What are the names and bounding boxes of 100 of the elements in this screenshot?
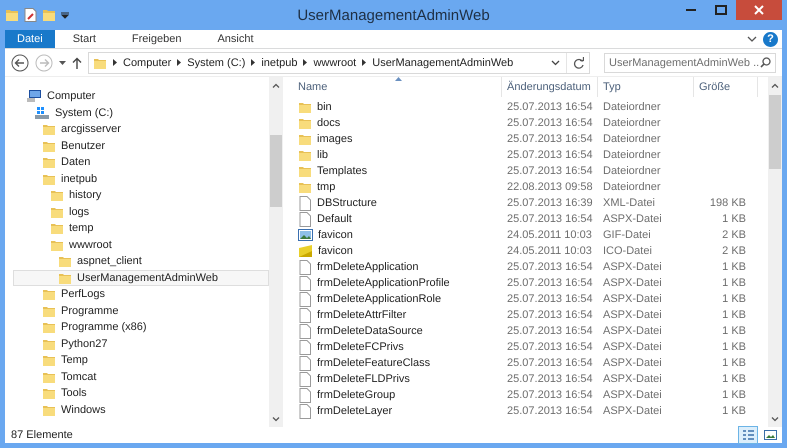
file-name[interactable]: docs bbox=[293, 116, 502, 130]
search-field[interactable]: UserManagementAdminWeb ... bbox=[604, 52, 776, 72]
back-icon[interactable] bbox=[11, 54, 29, 72]
image-file-icon bbox=[298, 244, 313, 258]
ribbon-tab[interactable]: Start bbox=[54, 30, 114, 48]
breadcrumb[interactable]: inetpub bbox=[261, 56, 298, 68]
tree-item[interactable]: Daten bbox=[13, 154, 269, 170]
document-icon[interactable] bbox=[24, 8, 37, 22]
table-cell-text: ICO-Datei bbox=[602, 245, 653, 257]
document-icon bbox=[298, 276, 312, 290]
tree-item[interactable]: PerfLogs bbox=[13, 286, 269, 302]
tree-item[interactable]: temp bbox=[13, 220, 269, 236]
breadcrumb[interactable]: wwwroot bbox=[313, 56, 356, 68]
file-name[interactable]: Templates bbox=[293, 164, 502, 178]
help-button[interactable]: ? bbox=[763, 32, 778, 46]
tree-item[interactable]: UserManagementAdminWeb bbox=[13, 270, 269, 286]
file-name[interactable]: Default bbox=[293, 212, 502, 226]
chevron-down-icon[interactable] bbox=[771, 416, 779, 422]
table-cell-text: 1 KB bbox=[721, 325, 747, 337]
details-view-button[interactable] bbox=[738, 426, 758, 444]
breadcrumb[interactable]: Computer bbox=[123, 56, 172, 68]
folder-icon bbox=[50, 221, 64, 236]
chevron-right-icon[interactable] bbox=[113, 59, 117, 66]
file-name[interactable]: DBStructure bbox=[293, 196, 502, 210]
column-header[interactable]: Größe bbox=[694, 77, 758, 97]
tree-item[interactable]: Tomcat bbox=[13, 368, 269, 385]
table-cell-text: 25.07.2013 16:54 bbox=[506, 357, 594, 369]
chevron-down-icon[interactable] bbox=[551, 60, 560, 66]
table-cell-text: 25.07.2013 16:54 bbox=[506, 133, 594, 145]
tree-item[interactable]: aspnet_client bbox=[13, 253, 269, 270]
file-tab[interactable]: Datei bbox=[5, 30, 55, 48]
chevron-down-icon[interactable] bbox=[747, 36, 757, 42]
file-name[interactable]: frmDeleteFLDPrivs bbox=[293, 372, 502, 386]
table-cell-text: 25.07.2013 16:54 bbox=[506, 373, 594, 385]
file-name[interactable]: bin bbox=[293, 100, 502, 114]
scrollbar-thumb[interactable] bbox=[769, 95, 781, 169]
column-header[interactable]: Typ bbox=[598, 77, 694, 97]
chevron-up-icon[interactable] bbox=[771, 82, 779, 88]
file-name[interactable]: frmDeleteDataSource bbox=[293, 324, 502, 338]
tree-item[interactable]: Programme (x86) bbox=[13, 319, 269, 336]
tree-item[interactable]: history bbox=[13, 187, 269, 204]
chevron-right-icon[interactable] bbox=[251, 59, 256, 66]
file-name[interactable]: frmDeleteApplicationRole bbox=[293, 292, 502, 306]
table-cell-text: 25.07.2013 16:54 bbox=[506, 117, 594, 129]
table-cell-text: 1 KB bbox=[721, 389, 747, 401]
ribbon-tab[interactable]: Ansicht bbox=[199, 30, 272, 48]
file-name[interactable]: frmDeleteFeatureClass bbox=[293, 356, 502, 370]
scrollbar[interactable] bbox=[768, 77, 782, 427]
file-name[interactable]: images bbox=[293, 132, 502, 146]
chevron-right-icon[interactable] bbox=[177, 59, 182, 66]
tree-item[interactable]: inetpub bbox=[13, 170, 269, 187]
tree-item[interactable]: wwwroot bbox=[13, 236, 269, 253]
table-cell-text: ASPX-Datei bbox=[602, 261, 663, 273]
file-name[interactable]: frmDeleteLayer bbox=[293, 404, 502, 418]
chevron-up-icon[interactable] bbox=[272, 82, 280, 88]
close-button[interactable] bbox=[736, 0, 782, 20]
table-cell-text: Dateiordner bbox=[602, 133, 662, 145]
up-arrow-icon[interactable] bbox=[72, 56, 82, 68]
file-name[interactable]: frmDeleteGroup bbox=[293, 388, 502, 402]
chevron-down-icon[interactable] bbox=[272, 416, 280, 422]
file-name[interactable]: frmDeleteFCPrivs bbox=[293, 340, 502, 354]
breadcrumb[interactable]: UserManagementAdminWeb bbox=[372, 56, 514, 68]
table-cell-text: 25.07.2013 16:54 bbox=[506, 293, 594, 305]
drive-icon bbox=[34, 106, 50, 120]
tree-item[interactable]: Computer bbox=[13, 88, 269, 104]
file-name[interactable]: favicon bbox=[293, 244, 502, 258]
folder-icon bbox=[298, 164, 312, 178]
caret-icon[interactable] bbox=[61, 11, 69, 19]
tree-item[interactable]: arcgisserver bbox=[13, 121, 269, 138]
caret-icon[interactable] bbox=[59, 60, 66, 64]
tree-item[interactable]: logs bbox=[13, 204, 269, 220]
document-icon bbox=[298, 340, 312, 354]
file-name[interactable]: lib bbox=[293, 148, 502, 162]
ribbon-tab[interactable]: Freigeben bbox=[114, 30, 200, 48]
folder-icon bbox=[42, 287, 56, 302]
scrollbar-thumb[interactable] bbox=[270, 135, 282, 207]
chevron-right-icon[interactable] bbox=[303, 59, 308, 66]
document-icon bbox=[298, 260, 312, 274]
tree-item[interactable]: Programme bbox=[13, 302, 269, 319]
scrollbar[interactable] bbox=[269, 77, 283, 427]
folder-icon bbox=[42, 122, 56, 136]
file-name[interactable]: tmp bbox=[293, 180, 502, 194]
file-name[interactable]: frmDeleteAttrFilter bbox=[293, 308, 502, 322]
table-cell-text: 25.07.2013 16:54 bbox=[506, 405, 594, 417]
tree-item[interactable]: System (C:) bbox=[13, 104, 269, 121]
breadcrumb[interactable]: System (C:) bbox=[187, 56, 246, 68]
chevron-right-icon[interactable] bbox=[362, 59, 366, 66]
tree-item[interactable]: Tools bbox=[13, 385, 269, 402]
file-name[interactable]: frmDeleteApplication bbox=[293, 260, 502, 274]
table-cell-text: 24.05.2011 10:03 bbox=[506, 229, 593, 241]
file-name[interactable]: frmDeleteApplicationProfile bbox=[293, 276, 502, 290]
tree-item[interactable]: Benutzer bbox=[13, 138, 269, 154]
tree-item[interactable]: Python27 bbox=[13, 336, 269, 352]
document-icon bbox=[298, 404, 312, 418]
tree-item[interactable]: Windows bbox=[13, 402, 269, 418]
table-cell-text: 25.07.2013 16:39 bbox=[506, 197, 594, 209]
tree-item[interactable]: Temp bbox=[13, 352, 269, 368]
address-bar[interactable]: Computer System (C:) inetpub wwwroot UserManagementAdminWeb bbox=[88, 52, 590, 74]
column-header[interactable]: Änderungsdatum bbox=[502, 77, 598, 97]
file-name[interactable]: favicon bbox=[293, 228, 502, 242]
